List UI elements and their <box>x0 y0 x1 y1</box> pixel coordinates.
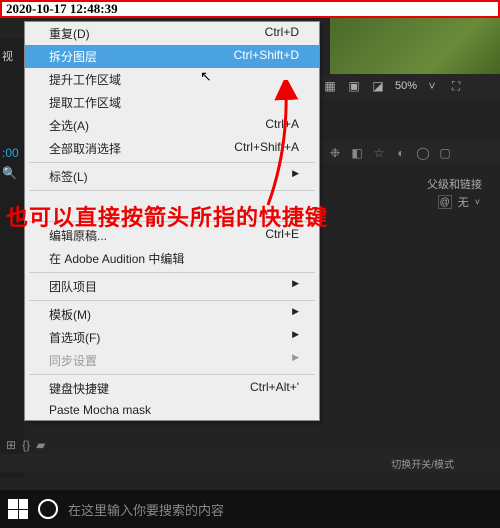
menu-separator <box>29 272 315 273</box>
timeline-footer-icons: ⊞ {} ▰ <box>6 438 45 452</box>
menu-item-label: 提取工作区域 <box>49 94 121 111</box>
taskbar-search[interactable]: 在这里输入你要搜索的内容 <box>68 500 492 519</box>
layer-switches-row: ❉ ◧ ☆ ◐ ◯ ▢ <box>320 142 500 164</box>
menu-item[interactable]: 提取工作区域 <box>25 91 319 114</box>
parent-column-header: 父级和链接 <box>427 176 482 192</box>
menu-item-label: 拆分图层 <box>49 48 97 65</box>
menu-item[interactable]: 提升工作区域 <box>25 68 319 91</box>
left-panel-tab[interactable]: 视 <box>2 48 22 64</box>
cortana-icon[interactable] <box>38 499 58 519</box>
menu-item-label: 全选(A) <box>49 117 89 134</box>
menu-item[interactable]: 全选(A) Ctrl+A <box>25 114 319 137</box>
menu-item-label: 同步设置 <box>49 352 97 369</box>
menu-item: 同步设置 ▶ <box>25 349 319 372</box>
submenu-arrow-icon: ▶ <box>292 168 299 185</box>
switches-modes-label[interactable]: 切换开关/模式 <box>391 456 500 471</box>
fx-icon[interactable]: ☆ <box>370 145 388 161</box>
motion-blur-icon[interactable]: ◐ <box>392 145 410 161</box>
menu-separator <box>29 162 315 163</box>
menu-item[interactable]: 在 Adobe Audition 中编辑 <box>25 247 319 270</box>
adjustment-icon[interactable]: ◯ <box>414 145 432 161</box>
menu-item[interactable]: 模板(M) ▶ <box>25 303 319 326</box>
menu-item-label: 团队项目 <box>49 278 97 295</box>
parent-none-label[interactable]: 无 <box>458 194 469 210</box>
menu-item-shortcut: Ctrl+A <box>265 117 299 134</box>
mask-icon[interactable]: ▣ <box>345 78 363 94</box>
parent-link-row: @ 无 ˅ <box>438 194 480 210</box>
menu-item[interactable]: 拆分图层 Ctrl+Shift+D <box>25 45 319 68</box>
menu-item[interactable]: 全部取消选择 Ctrl+Shift+A <box>25 137 319 160</box>
left-strip <box>0 38 24 478</box>
timeline-footer: 切换开关/模式 <box>0 454 500 472</box>
timestamp-text: 2020-10-17 12:48:39 <box>6 1 118 16</box>
menu-item-label: 全部取消选择 <box>49 140 121 157</box>
menu-item[interactable]: 键盘快捷键 Ctrl+Alt+' <box>25 377 319 400</box>
menu-item[interactable]: Paste Mocha mask <box>25 400 319 420</box>
menu-separator <box>29 374 315 375</box>
alpha-icon[interactable]: ◪ <box>369 78 387 94</box>
submenu-arrow-icon: ▶ <box>292 329 299 346</box>
submenu-arrow-icon: ▶ <box>292 352 299 369</box>
menu-item[interactable]: 团队项目 ▶ <box>25 275 319 298</box>
menu-separator <box>29 190 315 191</box>
annotation-text: 也可以直接按箭头所指的快捷键 <box>6 200 328 232</box>
windows-taskbar: 在这里输入你要搜索的内容 <box>0 490 500 528</box>
timecode-display[interactable]: :00 <box>2 146 19 160</box>
menu-separator <box>29 300 315 301</box>
start-button[interactable] <box>8 499 28 519</box>
menu-item-label: 在 Adobe Audition 中编辑 <box>49 250 184 267</box>
pickwhip-icon[interactable]: @ <box>438 195 452 209</box>
menu-item[interactable]: 标签(L) ▶ <box>25 165 319 188</box>
menu-item-shortcut: Ctrl+Shift+A <box>234 140 299 157</box>
menu-item[interactable]: 重复(D) Ctrl+D <box>25 22 319 45</box>
shy-icon[interactable]: ❉ <box>326 145 344 161</box>
menu-item-label: Paste Mocha mask <box>49 403 151 417</box>
menu-item[interactable]: 首选项(F) ▶ <box>25 326 319 349</box>
menu-item-label: 首选项(F) <box>49 329 100 346</box>
menu-item-shortcut: Ctrl+Alt+' <box>250 380 299 397</box>
menu-item-label: 键盘快捷键 <box>49 380 109 397</box>
menu-item-label: 模板(M) <box>49 306 91 323</box>
preview-toolbar: ▦ ▣ ◪ 50% ˅ ⛶ <box>315 74 500 98</box>
fit-icon[interactable]: ⛶ <box>447 78 465 94</box>
search-icon[interactable]: 🔍 <box>2 166 17 180</box>
timestamp-bar: 2020-10-17 12:48:39 <box>0 0 500 18</box>
chevron-down-icon[interactable]: ˅ <box>423 78 441 94</box>
menu-item-label: 提升工作区域 <box>49 71 121 88</box>
grid-icon[interactable]: ▦ <box>321 78 339 94</box>
menu-item-shortcut: Ctrl+Shift+D <box>234 48 299 65</box>
frame-blend-icon[interactable]: ▰ <box>36 438 45 452</box>
submenu-arrow-icon: ▶ <box>292 306 299 323</box>
menu-item-label: 标签(L) <box>49 168 88 185</box>
menu-item-shortcut: Ctrl+D <box>265 25 299 42</box>
threed-icon[interactable]: ▢ <box>436 145 454 161</box>
zoom-value[interactable]: 50% <box>395 80 417 92</box>
chevron-down-icon[interactable]: ˅ <box>475 197 480 207</box>
brace-icon[interactable]: {} <box>22 438 30 452</box>
quality-icon[interactable]: ◧ <box>348 145 366 161</box>
menu-item-label: 重复(D) <box>49 25 90 42</box>
toggle-switches-icon[interactable]: ⊞ <box>6 438 16 452</box>
submenu-arrow-icon: ▶ <box>292 278 299 295</box>
